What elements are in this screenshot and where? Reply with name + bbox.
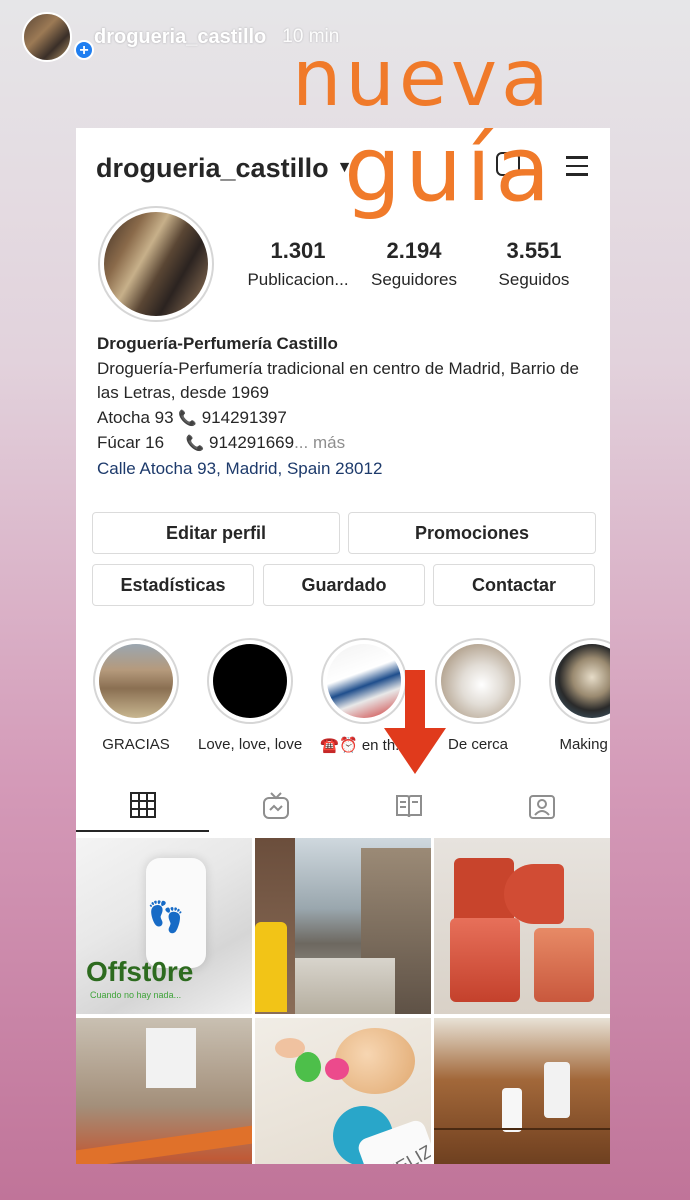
- bio-phone[interactable]: 914291397: [202, 408, 287, 427]
- grid-post-6[interactable]: [434, 1018, 610, 1164]
- profile-screenshot: drogueria_castillo ▼ 1.301 Publicacion..…: [76, 128, 610, 1164]
- edit-profile-button[interactable]: Editar perfil: [92, 512, 340, 554]
- bio-address-2: Fúcar 16 📞 914291669... más: [97, 431, 597, 457]
- tab-grid[interactable]: [76, 780, 209, 832]
- bio-phone[interactable]: 914291669: [209, 433, 294, 452]
- phone-icon: 📞: [185, 435, 205, 452]
- grid-post-3[interactable]: [434, 838, 610, 1014]
- promotions-button[interactable]: Promociones: [348, 512, 596, 554]
- bio-address-label: Atocha 93: [97, 407, 174, 427]
- stat-posts[interactable]: 1.301 Publicacion...: [238, 238, 358, 290]
- profile-tabs: [76, 780, 610, 832]
- grid-post-2[interactable]: [255, 838, 431, 1014]
- tab-guides[interactable]: [342, 780, 475, 832]
- stat-value: 3.551: [506, 238, 562, 263]
- highlight-love[interactable]: Love, love, love: [198, 638, 302, 753]
- igtv-icon: [262, 792, 289, 819]
- grid-icon: [129, 792, 156, 818]
- bio-address-label: Fúcar 16: [97, 433, 165, 452]
- stat-label: Publicacion...: [247, 270, 349, 289]
- contact-button[interactable]: Contactar: [433, 564, 595, 606]
- post-subcaption: Cuando no hay nada...: [90, 990, 182, 1000]
- tab-igtv[interactable]: [209, 780, 342, 832]
- grid-post-5[interactable]: FELIZ: [255, 1018, 431, 1164]
- avatar[interactable]: [98, 206, 214, 322]
- overlay-title-line2: guía: [344, 117, 555, 222]
- arrow-down-icon: [384, 670, 446, 774]
- profile-header: drogueria_castillo ▼: [96, 148, 352, 188]
- highlight-label: GRACIAS: [102, 736, 170, 753]
- bio-description: Droguería-Perfumería tradicional en cent…: [97, 358, 579, 403]
- bio-address-1: Atocha 93 📞 914291397: [97, 406, 597, 432]
- mailbox: [255, 922, 287, 1012]
- grid-post-1[interactable]: 👣 Offst0re Cuando no hay nada...: [76, 838, 252, 1014]
- overlay-title-line1: nueva: [292, 34, 553, 124]
- highlight-label: Love, love, love: [198, 736, 303, 753]
- tagged-icon: [528, 795, 555, 819]
- stat-value: 2.194: [386, 238, 442, 263]
- post-caption: Offst0re: [86, 956, 194, 987]
- stat-label: Seguidores: [370, 270, 457, 289]
- profile-bio: Droguería-Perfumería Castillo Droguería-…: [97, 332, 597, 481]
- guides-icon: [395, 795, 422, 818]
- saved-button[interactable]: Guardado: [263, 564, 425, 606]
- phone-icon: 📞: [178, 409, 197, 427]
- feet-icon: 👣: [147, 901, 185, 934]
- more-link[interactable]: ... más: [294, 433, 345, 452]
- add-story-icon[interactable]: +: [74, 40, 94, 60]
- location-link[interactable]: Calle Atocha 93, Madrid, Spain 28012: [97, 457, 597, 482]
- stat-following[interactable]: 3.551 Seguidos: [474, 238, 594, 290]
- menu-icon[interactable]: [566, 156, 588, 182]
- profile-username[interactable]: drogueria_castillo: [96, 153, 329, 184]
- grid-post-4[interactable]: [76, 1018, 252, 1164]
- story-username[interactable]: drogueria_castillo: [94, 26, 266, 49]
- stat-followers[interactable]: 2.194 Seguidores: [354, 238, 474, 290]
- insights-button[interactable]: Estadísticas: [92, 564, 254, 606]
- story-avatar[interactable]: [22, 12, 72, 62]
- stat-label: Seguidos: [498, 270, 570, 289]
- stat-value: 1.301: [270, 238, 326, 263]
- highlight-making-of[interactable]: Making of: [540, 638, 610, 753]
- bio-name: Droguería-Perfumería Castillo: [97, 334, 338, 353]
- highlight-label: Making of: [559, 736, 610, 753]
- highlight-gracias[interactable]: GRACIAS: [84, 638, 188, 753]
- tab-tagged[interactable]: [475, 780, 608, 832]
